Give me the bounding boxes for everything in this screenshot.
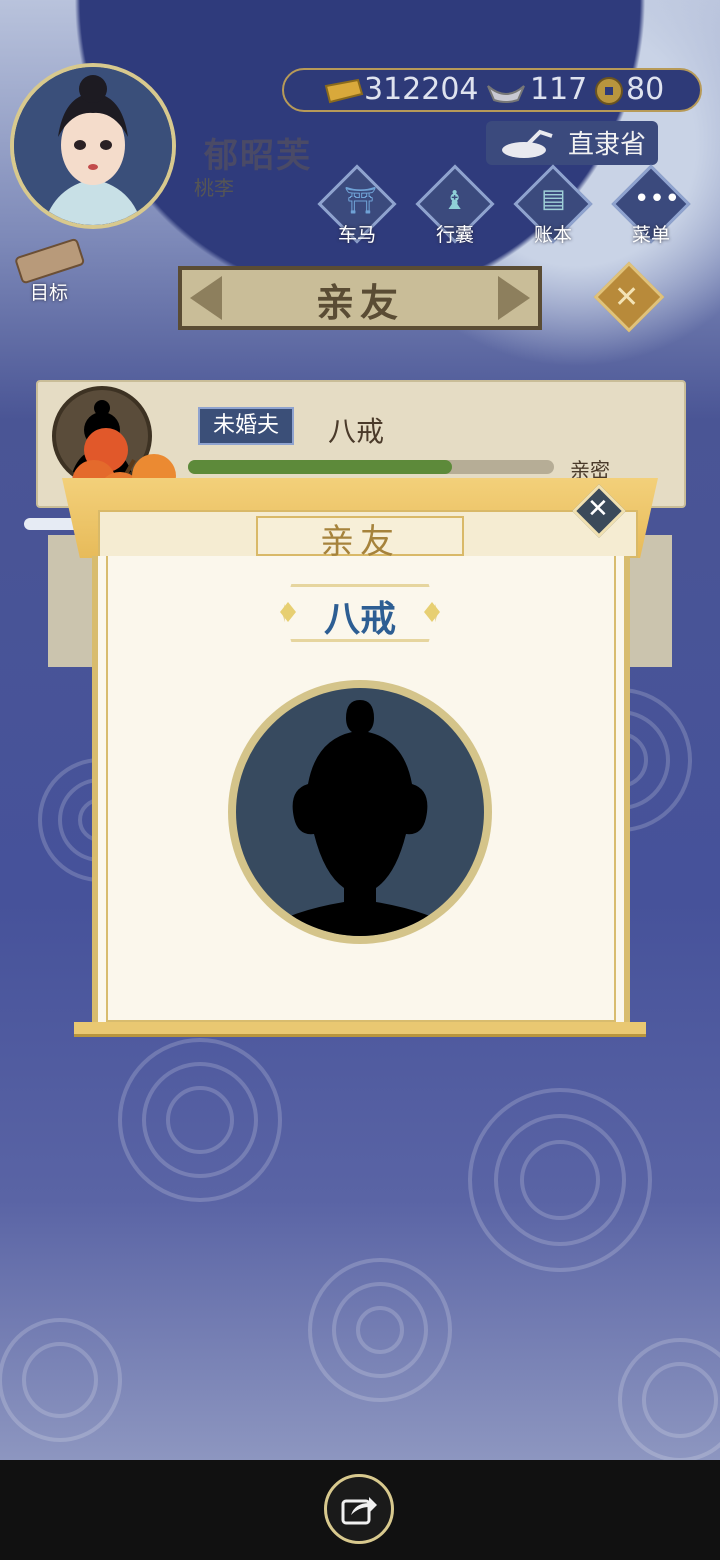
share-icon: [341, 1497, 377, 1525]
gold-ingot-icon: [324, 78, 364, 104]
nav-menu-label: 菜单: [631, 224, 670, 246]
player-avatar[interactable]: [10, 63, 176, 229]
intimacy-bar-fill: [188, 460, 452, 474]
gold-amount: 312204: [364, 72, 479, 107]
coin-icon: [595, 77, 623, 105]
modal-character-name: 八戒: [323, 599, 396, 640]
location-name: 直隶省: [568, 130, 647, 160]
target-label[interactable]: 目标: [30, 278, 68, 305]
bag-icon: ♝: [443, 186, 467, 216]
modal-base-bar: [74, 1022, 646, 1037]
silver-amount: 117: [530, 72, 588, 107]
close-icon: ✕: [587, 494, 609, 524]
friend-name: 八戒: [328, 415, 385, 448]
location-icon: [502, 129, 553, 158]
nav-ledger-button[interactable]: ▤ 账本: [508, 164, 598, 258]
nav-bag-button[interactable]: ♝ 行囊: [410, 164, 500, 258]
coin-amount: 80: [626, 72, 665, 107]
menu-dots-icon: •••: [634, 184, 681, 214]
nav-ledger-label: 账本: [533, 224, 572, 246]
close-icon: ✕: [614, 280, 640, 315]
nav-menu-button[interactable]: ••• 菜单: [606, 164, 696, 258]
nav-bag-label: 行囊: [435, 224, 474, 246]
carriage-icon: ⛩: [344, 186, 378, 216]
character-silhouette: [236, 688, 484, 936]
share-button[interactable]: [324, 1474, 394, 1544]
silver-ingot-icon: [487, 85, 525, 103]
page-title: 亲友: [315, 281, 404, 325]
nav-carriage-button[interactable]: ⛩ 车马: [312, 164, 402, 258]
ledger-icon: ▤: [541, 184, 566, 214]
player-title: 桃李: [194, 176, 234, 200]
player-name: 郁昭芙: [204, 136, 312, 176]
nav-carriage-label: 车马: [337, 224, 376, 246]
